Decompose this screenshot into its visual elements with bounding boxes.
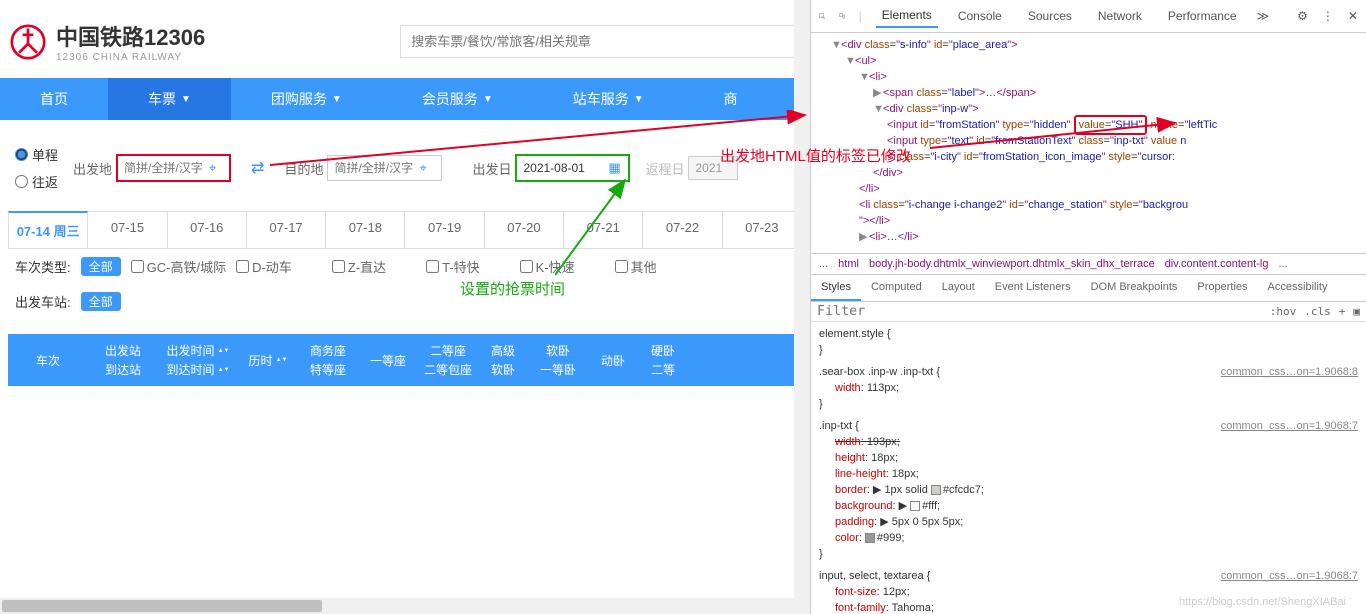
from-station-input[interactable] <box>124 161 209 175</box>
filter-all-badge[interactable]: 全部 <box>81 257 121 276</box>
devtools-tab-performance[interactable]: Performance <box>1162 5 1243 27</box>
th-times[interactable]: 出发时间▲▼到达时间▲▼ <box>158 342 238 378</box>
cls-button[interactable]: .cls <box>1304 305 1331 318</box>
devtools-tab-console[interactable]: Console <box>952 5 1008 27</box>
chevron-down-icon: ▼ <box>483 94 493 105</box>
tab-dombp[interactable]: DOM Breakpoints <box>1081 275 1188 301</box>
th-soft-premium: 高级软卧 <box>478 342 528 378</box>
date-tab[interactable]: 07-15 <box>88 212 167 248</box>
site-header: 中国铁路12306 12306 CHINA RAILWAY <box>0 0 810 78</box>
filter-all-badge[interactable]: 全部 <box>81 292 121 311</box>
th-train: 车次 <box>8 342 88 378</box>
sort-icon: ▲▼ <box>276 357 288 363</box>
styles-filter-bar: :hov .cls + ▣ <box>811 302 1366 322</box>
green-arrow <box>555 175 635 280</box>
date-tabs: 07-14 周三 07-15 07-16 07-17 07-18 07-19 0… <box>8 211 802 249</box>
filter-label: 车次类型: <box>15 257 71 276</box>
th-first: 一等座 <box>358 342 418 378</box>
oneway-radio[interactable]: 单程 <box>15 145 58 164</box>
date-tab[interactable]: 07-22 <box>643 212 722 248</box>
nav-tickets[interactable]: 车票▼ <box>108 78 231 120</box>
tab-properties[interactable]: Properties <box>1187 275 1257 301</box>
date-tab[interactable]: 07-20 <box>485 212 564 248</box>
th-duration[interactable]: 历时▲▼ <box>238 342 298 378</box>
filter-gc[interactable]: GC-高铁/城际 <box>131 257 226 276</box>
from-station-input-wrapper[interactable]: ⌖ <box>116 154 231 182</box>
settings-icon[interactable]: ⚙ <box>1297 9 1308 23</box>
red-annotation: 出发地HTML值的标签已修改 <box>720 145 911 166</box>
website-panel: 中国铁路12306 12306 CHINA RAILWAY 首页 车票▼ 团购服… <box>0 0 810 614</box>
train-type-filter: 车次类型: 全部 GC-高铁/城际 D-动车 Z-直达 T-特快 K-快速 其他 <box>0 249 810 284</box>
devtools-tab-sources[interactable]: Sources <box>1022 5 1078 27</box>
pin-icon[interactable]: ▣ <box>1353 305 1360 318</box>
date-tab[interactable]: 07-17 <box>247 212 326 248</box>
add-rule-icon[interactable]: + <box>1339 305 1346 318</box>
styles-pane[interactable]: element.style { } .sear-box .inp-w .inp-… <box>811 322 1366 614</box>
filter-label: 出发车站: <box>15 292 71 311</box>
th-stations: 出发站到达站 <box>88 342 158 378</box>
green-annotation: 设置的抢票时间 <box>460 278 565 299</box>
red-arrow-2 <box>930 115 1180 150</box>
sort-icon: ▲▼ <box>218 367 230 373</box>
styles-tabs: Styles Computed Layout Event Listeners D… <box>811 274 1366 302</box>
chevron-down-icon: ▼ <box>634 94 644 105</box>
logo[interactable]: 中国铁路12306 12306 CHINA RAILWAY <box>10 20 205 63</box>
railway-logo-icon <box>10 24 46 60</box>
more-tabs-icon[interactable]: ≫ <box>1257 9 1270 23</box>
date-tab[interactable]: 07-18 <box>326 212 405 248</box>
chevron-down-icon: ▼ <box>332 94 342 105</box>
watermark: https://blog.csdn.net/ShengXIABai <box>1179 596 1346 608</box>
date-tab[interactable]: 07-23 <box>723 212 802 248</box>
elements-breadcrumb[interactable]: ... html body.jh-body.dhtmlx_winviewport… <box>811 253 1366 274</box>
inspect-icon[interactable] <box>819 8 825 24</box>
th-soft: 软卧一等卧 <box>528 342 588 378</box>
roundtrip-radio[interactable]: 往返 <box>15 172 58 191</box>
nav-home[interactable]: 首页 <box>0 78 108 120</box>
tab-styles[interactable]: Styles <box>811 275 861 301</box>
styles-filter-input[interactable] <box>817 304 1262 319</box>
devtools-panel: | Elements Console Sources Network Perfo… <box>810 0 1366 614</box>
filter-z[interactable]: Z-直达 <box>332 257 386 276</box>
scrollbar-horizontal[interactable] <box>0 598 794 614</box>
tab-listeners[interactable]: Event Listeners <box>985 275 1081 301</box>
swap-stations-icon[interactable]: ⇄ <box>246 158 269 178</box>
sort-icon: ▲▼ <box>218 348 230 354</box>
tab-computed[interactable]: Computed <box>861 275 932 301</box>
th-business: 商务座特等座 <box>298 342 358 378</box>
tab-layout[interactable]: Layout <box>932 275 985 301</box>
location-icon: ⌖ <box>209 160 216 176</box>
close-icon[interactable]: ✕ <box>1348 9 1358 23</box>
depart-station-filter: 出发车站: 全部 <box>0 284 810 319</box>
more-icon[interactable]: ⋮ <box>1322 9 1334 23</box>
date-tab-active[interactable]: 07-14 周三 <box>8 211 88 248</box>
devtools-tab-elements[interactable]: Elements <box>876 4 938 28</box>
th-motion: 动卧 <box>588 342 638 378</box>
logo-title: 中国铁路12306 <box>56 20 205 52</box>
date-tab[interactable]: 07-16 <box>168 212 247 248</box>
results-table-header: 车次 出发站到达站 出发时间▲▼到达时间▲▼ 历时▲▼ 商务座特等座 一等座 二… <box>8 334 802 386</box>
chevron-down-icon: ▼ <box>181 94 191 105</box>
logo-subtitle: 12306 CHINA RAILWAY <box>56 52 205 63</box>
filter-t[interactable]: T-特快 <box>426 257 480 276</box>
devtools-toolbar: | Elements Console Sources Network Perfo… <box>811 0 1366 33</box>
tab-accessibility[interactable]: Accessibility <box>1258 275 1338 301</box>
filter-d[interactable]: D-动车 <box>236 257 292 276</box>
header-search <box>400 25 800 58</box>
device-toggle-icon[interactable] <box>839 8 845 24</box>
devtools-tab-network[interactable]: Network <box>1092 5 1148 27</box>
from-label: 出发地 <box>73 159 112 178</box>
th-second: 二等座二等包座 <box>418 342 478 378</box>
scrollbar-vertical[interactable] <box>794 0 810 614</box>
site-search-input[interactable] <box>400 25 800 58</box>
date-tab[interactable]: 07-19 <box>405 212 484 248</box>
hov-button[interactable]: :hov <box>1270 305 1297 318</box>
th-hard: 硬卧二等 <box>638 342 688 378</box>
